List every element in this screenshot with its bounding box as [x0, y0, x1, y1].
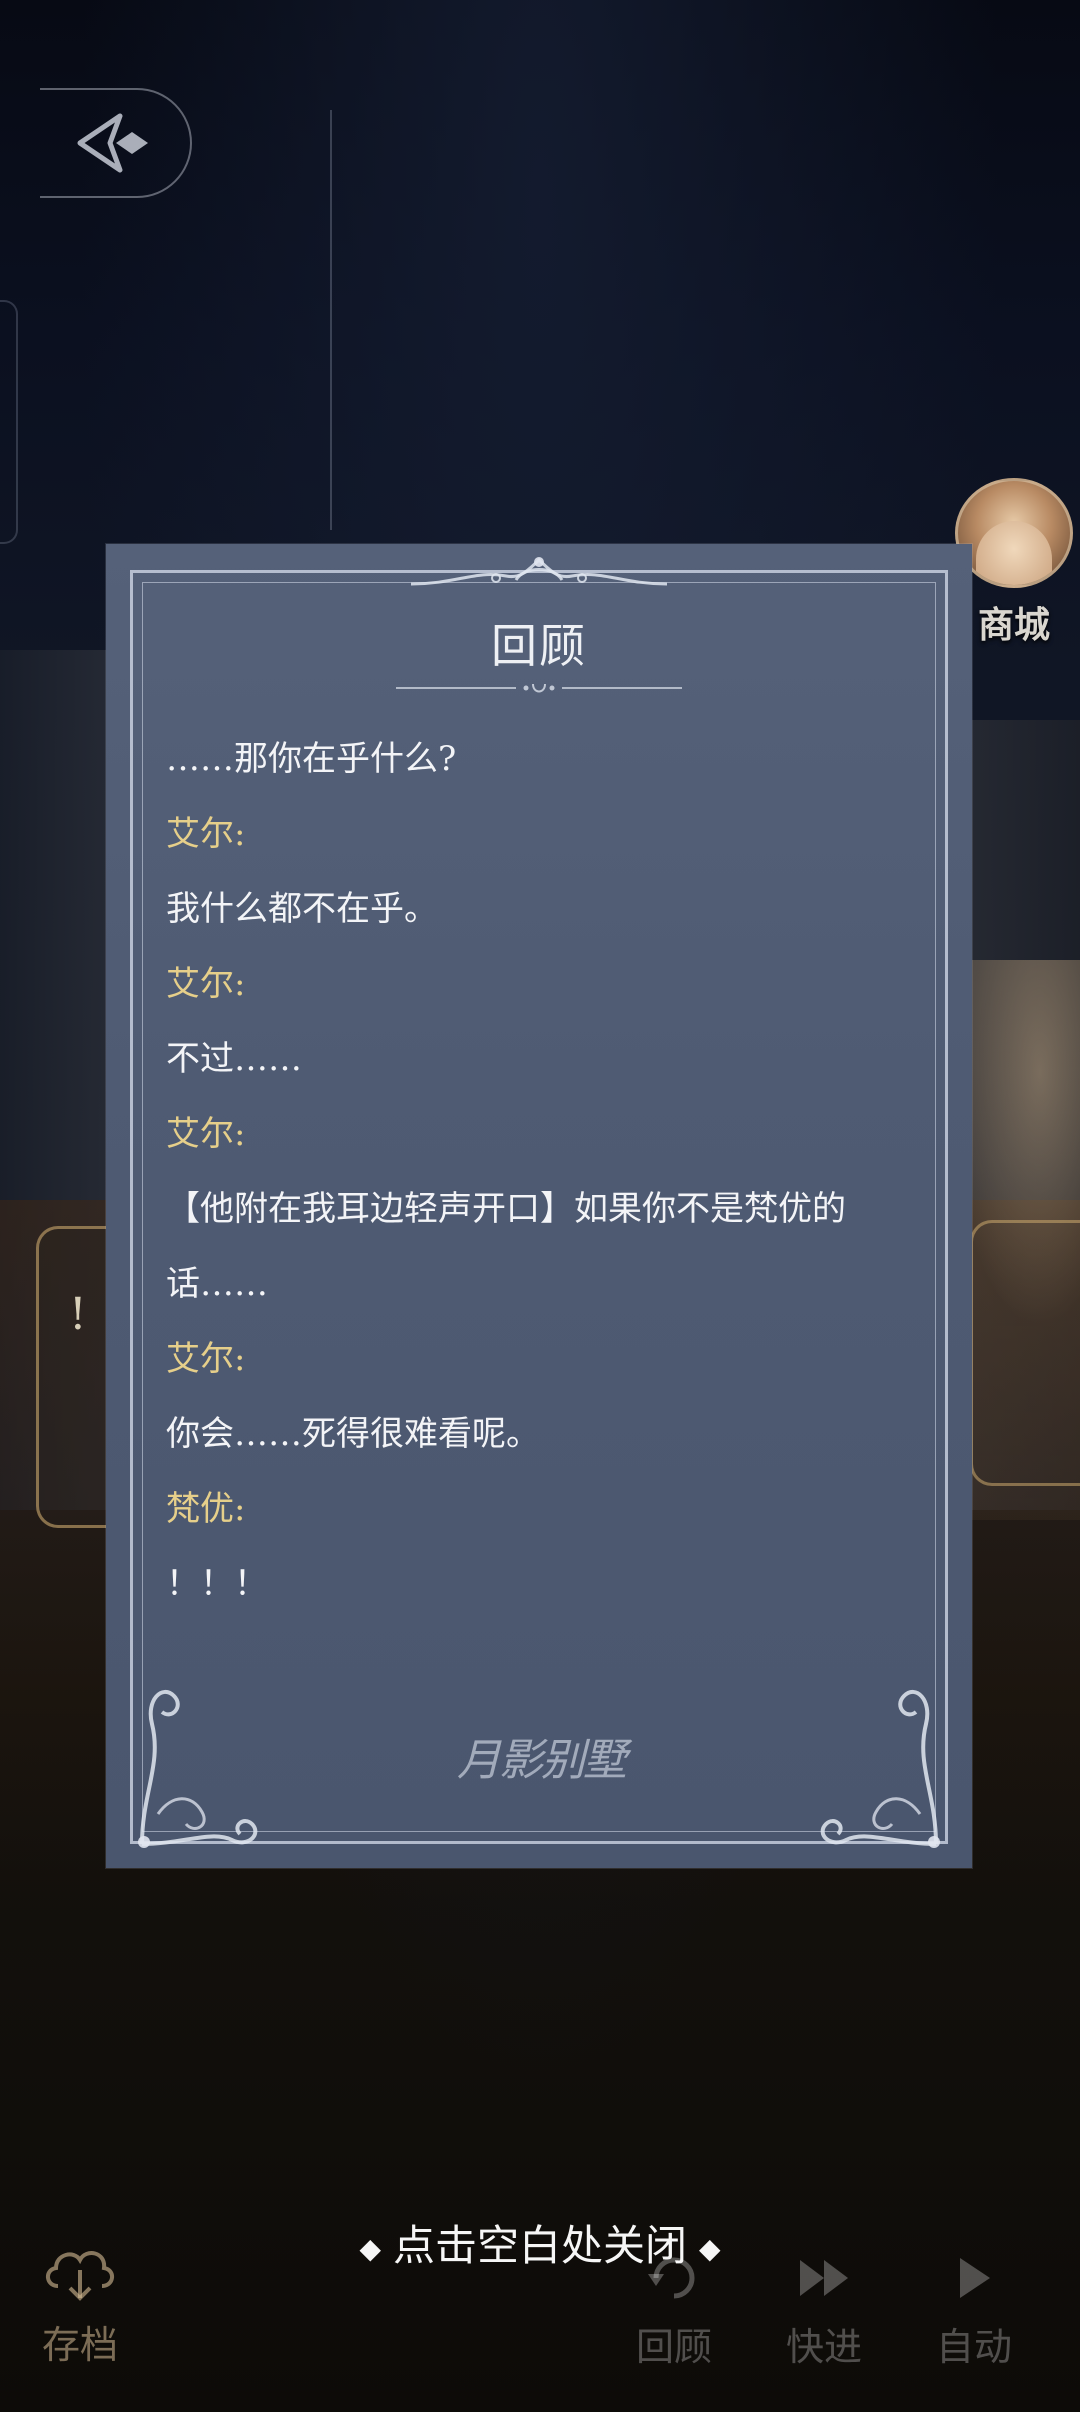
auto-label: 自动 [936, 2325, 1013, 2369]
title-divider-icon [396, 683, 682, 693]
speaker-name: 艾尔: [166, 814, 246, 854]
review-panel: 回顾 ……那你在乎什么? 艾尔: 我什么都不在乎。 艾尔: 不过…… 艾尔: 【… [106, 544, 972, 1868]
history-icon [648, 2257, 695, 2299]
dialogue-line: 我什么都不在乎。 [166, 889, 438, 929]
speaker-name: 艾尔: [166, 964, 246, 1004]
save-label: 存档 [41, 2323, 118, 2367]
dialogue-line: 不过…… [166, 1039, 302, 1079]
auto-button[interactable]: 自动 [936, 2250, 1012, 2371]
top-ornament-icon [410, 557, 668, 586]
corner-ornament-icon [820, 1689, 940, 1848]
character-frame [970, 1220, 1080, 1486]
background-mast [330, 110, 332, 530]
cloud-download-icon [46, 2251, 114, 2301]
play-icon [960, 2258, 990, 2298]
save-button[interactable]: 存档 [40, 2240, 120, 2369]
fast-forward-icon [800, 2260, 848, 2296]
corner-ornament-icon [138, 1689, 258, 1848]
bottom-toolbar: 存档 回顾 快进 自动 [0, 2240, 1080, 2390]
shop-avatar [955, 478, 1073, 588]
speaker-name: 艾尔: [166, 1114, 246, 1154]
shop-label: 商城 [977, 604, 1050, 646]
back-arrow-icon [77, 113, 148, 173]
speaker-name: 梵优: [166, 1489, 246, 1529]
dialogue-line: ……那你在乎什么? [166, 739, 457, 779]
game-logo-watermark: 月影别墅 [457, 1735, 627, 1786]
dialogue-line: 【他附在我耳边轻声开口】如果你不是梵优的话…… [166, 1189, 846, 1304]
skip-label: 快进 [786, 2325, 863, 2369]
review-button[interactable]: 回顾 [636, 2250, 712, 2371]
dialogue-log: ……那你在乎什么? 艾尔: 我什么都不在乎。 艾尔: 不过…… 艾尔: 【他附在… [166, 722, 926, 1622]
shop-button[interactable]: 商城 [955, 478, 1073, 648]
speaker-name: 艾尔: [166, 1339, 246, 1379]
side-card-mark: ! [69, 1289, 87, 1340]
review-title: 回顾 [491, 619, 587, 673]
left-edge-tab [0, 300, 18, 544]
review-label: 回顾 [636, 2325, 713, 2369]
dialogue-line: 你会……死得很难看呢。 [166, 1414, 540, 1454]
dialogue-line: ！！！ [166, 1564, 268, 1604]
skip-button[interactable]: 快进 [786, 2250, 862, 2371]
back-button[interactable] [40, 88, 192, 198]
